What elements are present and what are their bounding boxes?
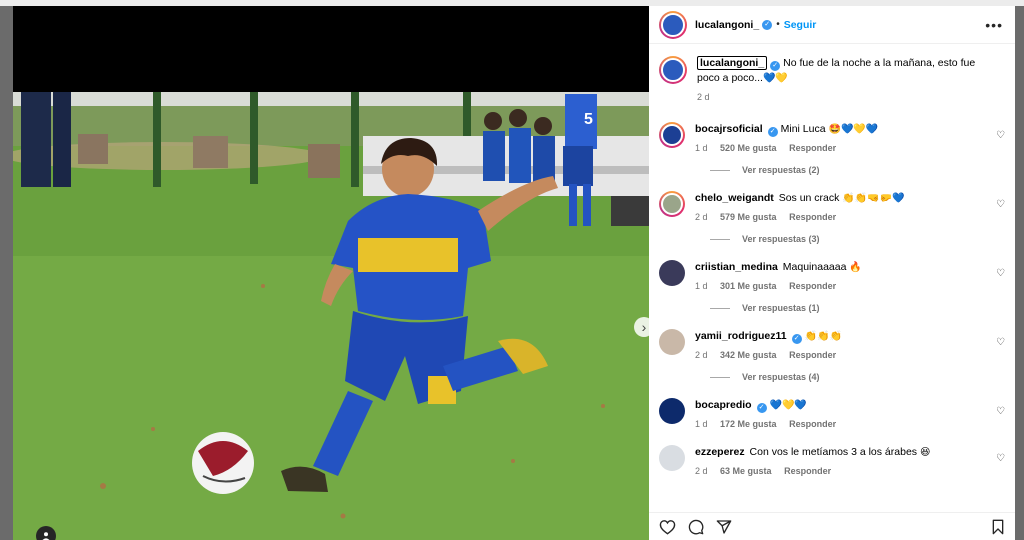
comment-emoji: 💙💛💙 [769,400,807,411]
heart-icon[interactable] [659,519,676,535]
comment-text: Sos un crack [778,192,840,204]
comment-time[interactable]: 2 d [695,350,708,360]
view-replies-button[interactable]: Ver respuestas (4) [710,372,1005,382]
comment-item: chelo_weigandt Sos un crack 👏👏🤜🤛💙 2 d 57… [659,191,1005,224]
view-replies-label[interactable]: Ver respuestas (1) [742,303,820,313]
commenter-avatar[interactable] [659,329,685,355]
commenter-username[interactable]: bocapredio [695,399,752,411]
comment-like-icon[interactable]: ♡ [996,130,1005,141]
comment-likes[interactable]: 301 Me gusta [720,281,777,291]
caption-emoji: 💙💛 [762,73,788,84]
comment-item: bocapredio ✓ 💙💛💙 1 d 172 Me gusta Respond… [659,398,1005,431]
author-avatar-caption[interactable] [659,56,687,84]
post-caption: lucalangoni_ ✓ No fue de la noche a la ma… [659,56,1005,104]
view-replies-button[interactable]: Ver respuestas (3) [710,234,1005,244]
commenter-username[interactable]: chelo_weigandt [695,192,774,204]
comment-time[interactable]: 1 d [695,143,708,153]
author-username[interactable]: lucalangoni_ [695,19,759,31]
verified-icon: ✓ [756,403,767,413]
share-icon[interactable] [716,519,732,535]
svg-text:5: 5 [584,111,593,128]
commenter-avatar[interactable] [659,260,685,286]
comment-emoji: 😆 [919,447,931,458]
reply-button[interactable]: Responder [789,143,836,153]
comment-text: Maquinaaaaa [782,261,847,273]
commenter-username[interactable]: ezzeperez [695,446,745,458]
comment-text: Mini Luca [780,123,826,135]
commenter-avatar[interactable] [659,445,685,471]
replies-line [710,376,730,378]
comment-item: criistian_medina Maquinaaaaa 🔥 1 d 301 M… [659,260,1005,293]
comment-likes[interactable]: 579 Me gusta [720,212,777,222]
comment-time[interactable]: 1 d [695,281,708,291]
comment-likes[interactable]: 63 Me gusta [720,466,772,476]
post-actions-bar [649,512,1015,540]
verified-icon: ✓ [762,19,773,30]
commenter-avatar[interactable] [659,122,685,148]
comment-icon[interactable] [688,519,704,535]
comment-likes[interactable]: 172 Me gusta [720,419,777,429]
comment-like-icon[interactable]: ♡ [996,453,1005,464]
reply-button[interactable]: Responder [784,466,831,476]
separator-dot: • [776,19,780,30]
replies-line [710,238,730,240]
verified-icon: ✓ [791,334,802,344]
comment-like-icon[interactable]: ♡ [996,337,1005,348]
view-replies-button[interactable]: Ver respuestas (2) [710,165,1005,175]
caption-username[interactable]: lucalangoni_ [697,56,768,70]
commenter-username[interactable]: criistian_medina [695,261,778,273]
post-side-panel: lucalangoni_ ✓ • Seguir ••• lucalangoni_… [649,6,1015,540]
post-photo: 5 [13,6,649,540]
comment-like-icon[interactable]: ♡ [996,406,1005,417]
comment-like-icon[interactable]: ♡ [996,268,1005,279]
verified-icon: ✓ [767,127,778,137]
replies-line [710,307,730,309]
user-tag-icon[interactable] [36,526,56,540]
replies-line [710,169,730,171]
view-replies-label[interactable]: Ver respuestas (2) [742,165,820,175]
comment-item: bocajrsoficial ✓ Mini Luca 🤩💙💛💙 1 d 520 M… [659,122,1005,155]
comment-time[interactable]: 1 d [695,419,708,429]
comment-emoji: 🔥 [849,262,862,273]
view-replies-label[interactable]: Ver respuestas (3) [742,234,820,244]
comment-time[interactable]: 2 d [695,212,708,222]
commenter-avatar[interactable] [659,191,685,217]
view-replies-label[interactable]: Ver respuestas (4) [742,372,820,382]
author-avatar[interactable] [659,10,687,39]
comment-item: ezzeperez Con vos le metíamos 3 a los ár… [659,445,1005,478]
commenter-username[interactable]: yamii_rodriguez11 [695,330,787,342]
comment-text: Con vos le metíamos 3 a los árabes [749,446,918,458]
verified-icon: ✓ [770,61,781,71]
comment-likes[interactable]: 342 Me gusta [720,350,777,360]
comment-like-icon[interactable]: ♡ [996,199,1005,210]
reply-button[interactable]: Responder [789,281,836,291]
reply-button[interactable]: Responder [789,350,836,360]
commenter-avatar[interactable] [659,398,685,424]
reply-button[interactable]: Responder [789,212,836,222]
commenter-username[interactable]: bocajrsoficial [695,123,763,135]
reply-button[interactable]: Responder [789,419,836,429]
bookmark-icon[interactable] [991,519,1005,535]
comment-likes[interactable]: 520 Me gusta [720,143,777,153]
comments-list[interactable]: lucalangoni_ ✓ No fue de la noche a la ma… [649,44,1015,478]
caption-time[interactable]: 2 d [697,92,710,102]
comment-item: yamii_rodriguez11 ✓ 👏👏👏 2 d 342 Me gusta … [659,329,1005,362]
post-media[interactable]: 5 › [13,6,649,540]
follow-button[interactable]: Seguir [784,19,817,31]
comment-time[interactable]: 2 d [695,466,708,476]
comment-emoji: 🤩💙💛💙 [828,124,879,135]
chevron-right-icon[interactable]: › [634,317,649,337]
post-header: lucalangoni_ ✓ • Seguir ••• [649,6,1015,44]
more-options-icon[interactable]: ••• [985,17,1003,33]
comment-emoji: 👏👏🤜🤛💙 [842,193,905,204]
view-replies-button[interactable]: Ver respuestas (1) [710,303,1005,313]
comment-emoji: 👏👏👏 [804,331,842,342]
